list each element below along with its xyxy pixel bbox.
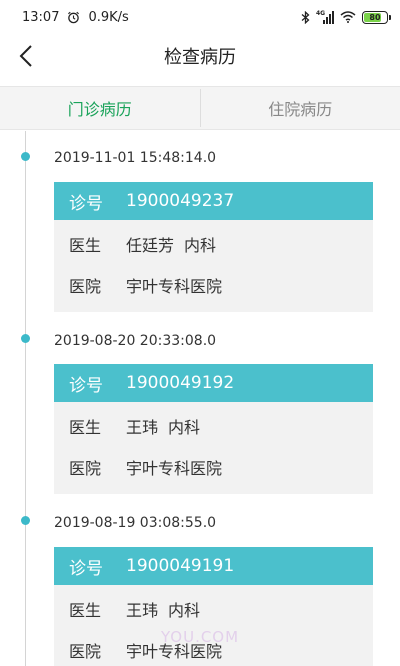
chevron-left-icon (19, 45, 32, 67)
battery-icon: 80 (362, 10, 391, 24)
network-speed: 0.9K/s (88, 9, 129, 25)
page-title: 检查病历 (164, 47, 236, 68)
visit-number-row[interactable]: 诊号 1900049237 (54, 182, 373, 220)
timeline-dot (21, 334, 30, 343)
status-bar: 13:07 0.9K/s 4G 80 (0, 0, 400, 34)
timeline-dot (21, 152, 30, 161)
tab-inpatient-records[interactable]: 住院病历 (201, 87, 400, 129)
record-details: 医生 王玮 内科 医院 宇叶专科医院 (54, 402, 373, 494)
back-button[interactable] (10, 40, 42, 72)
signal-icon: 4G (316, 9, 334, 24)
doctor-row: 医生 王玮 内科 (54, 405, 373, 446)
hospital-label: 医院 (69, 276, 102, 296)
watermark: YOU.COM (160, 628, 240, 646)
tab-bar: 门诊病历 住院病历 (0, 86, 400, 130)
hospital-label: 医院 (69, 458, 102, 478)
hospital-name: 宇叶专科医院 (126, 276, 223, 296)
visit-number-row[interactable]: 诊号 1900049192 (54, 364, 373, 402)
network-type: 4G (316, 9, 326, 17)
hospital-row: 医院 宇叶专科医院 (54, 264, 373, 305)
record-card[interactable]: 诊号 1900049192 医生 王玮 内科 医院 宇叶专科医院 (54, 364, 373, 494)
tab-outpatient-records[interactable]: 门诊病历 (0, 87, 200, 129)
hospital-name: 宇叶专科医院 (126, 458, 223, 478)
timeline-dot (21, 516, 30, 525)
department: 内科 (168, 600, 201, 620)
hospital-row: 医院 宇叶专科医院 (54, 446, 373, 487)
doctor-label: 医生 (69, 600, 102, 620)
record-details: 医生 王玮 内科 医院 宇叶专科医院 (54, 585, 373, 666)
wifi-icon (340, 11, 356, 23)
visit-number-label: 诊号 (69, 193, 103, 214)
doctor-name: 王玮 (126, 600, 159, 620)
doctor-name: 王玮 (126, 417, 159, 437)
visit-number-label: 诊号 (69, 375, 103, 396)
record-card[interactable]: 诊号 1900049237 医生 任廷芳 内科 医院 宇叶专科医院 (54, 182, 373, 312)
timeline-line (25, 131, 26, 666)
department: 内科 (168, 417, 201, 437)
visit-number-label: 诊号 (69, 558, 103, 579)
header: 检查病历 (0, 34, 400, 78)
doctor-label: 医生 (69, 417, 102, 437)
visit-number: 1900049191 (126, 556, 235, 576)
visit-number: 1900049237 (126, 191, 235, 211)
doctor-row: 医生 任廷芳 内科 (54, 223, 373, 264)
status-right: 4G 80 (301, 9, 391, 24)
record-datetime: 2019-08-19 03:08:55.0 (54, 515, 217, 531)
record-datetime: 2019-08-20 20:33:08.0 (54, 333, 217, 349)
department: 内科 (184, 235, 217, 255)
status-time: 13:07 (22, 9, 60, 25)
record-details: 医生 任廷芳 内科 医院 宇叶专科医院 (54, 220, 373, 312)
doctor-label: 医生 (69, 235, 102, 255)
visit-number: 1900049192 (126, 373, 235, 393)
record-datetime: 2019-11-01 15:48:14.0 (54, 150, 217, 166)
battery-level: 80 (369, 12, 381, 22)
visit-number-row[interactable]: 诊号 1900049191 (54, 547, 373, 585)
record-card[interactable]: 诊号 1900049191 医生 王玮 内科 医院 宇叶专科医院 (54, 547, 373, 666)
status-left: 13:07 0.9K/s (22, 10, 129, 25)
doctor-row: 医生 王玮 内科 (54, 588, 373, 629)
bluetooth-icon (301, 10, 310, 24)
records-timeline[interactable]: 2019-11-01 15:48:14.0 诊号 1900049237 医生 任… (0, 131, 400, 666)
alarm-icon (68, 11, 80, 23)
doctor-name: 任廷芳 (126, 235, 175, 255)
battery-tip (389, 14, 391, 20)
